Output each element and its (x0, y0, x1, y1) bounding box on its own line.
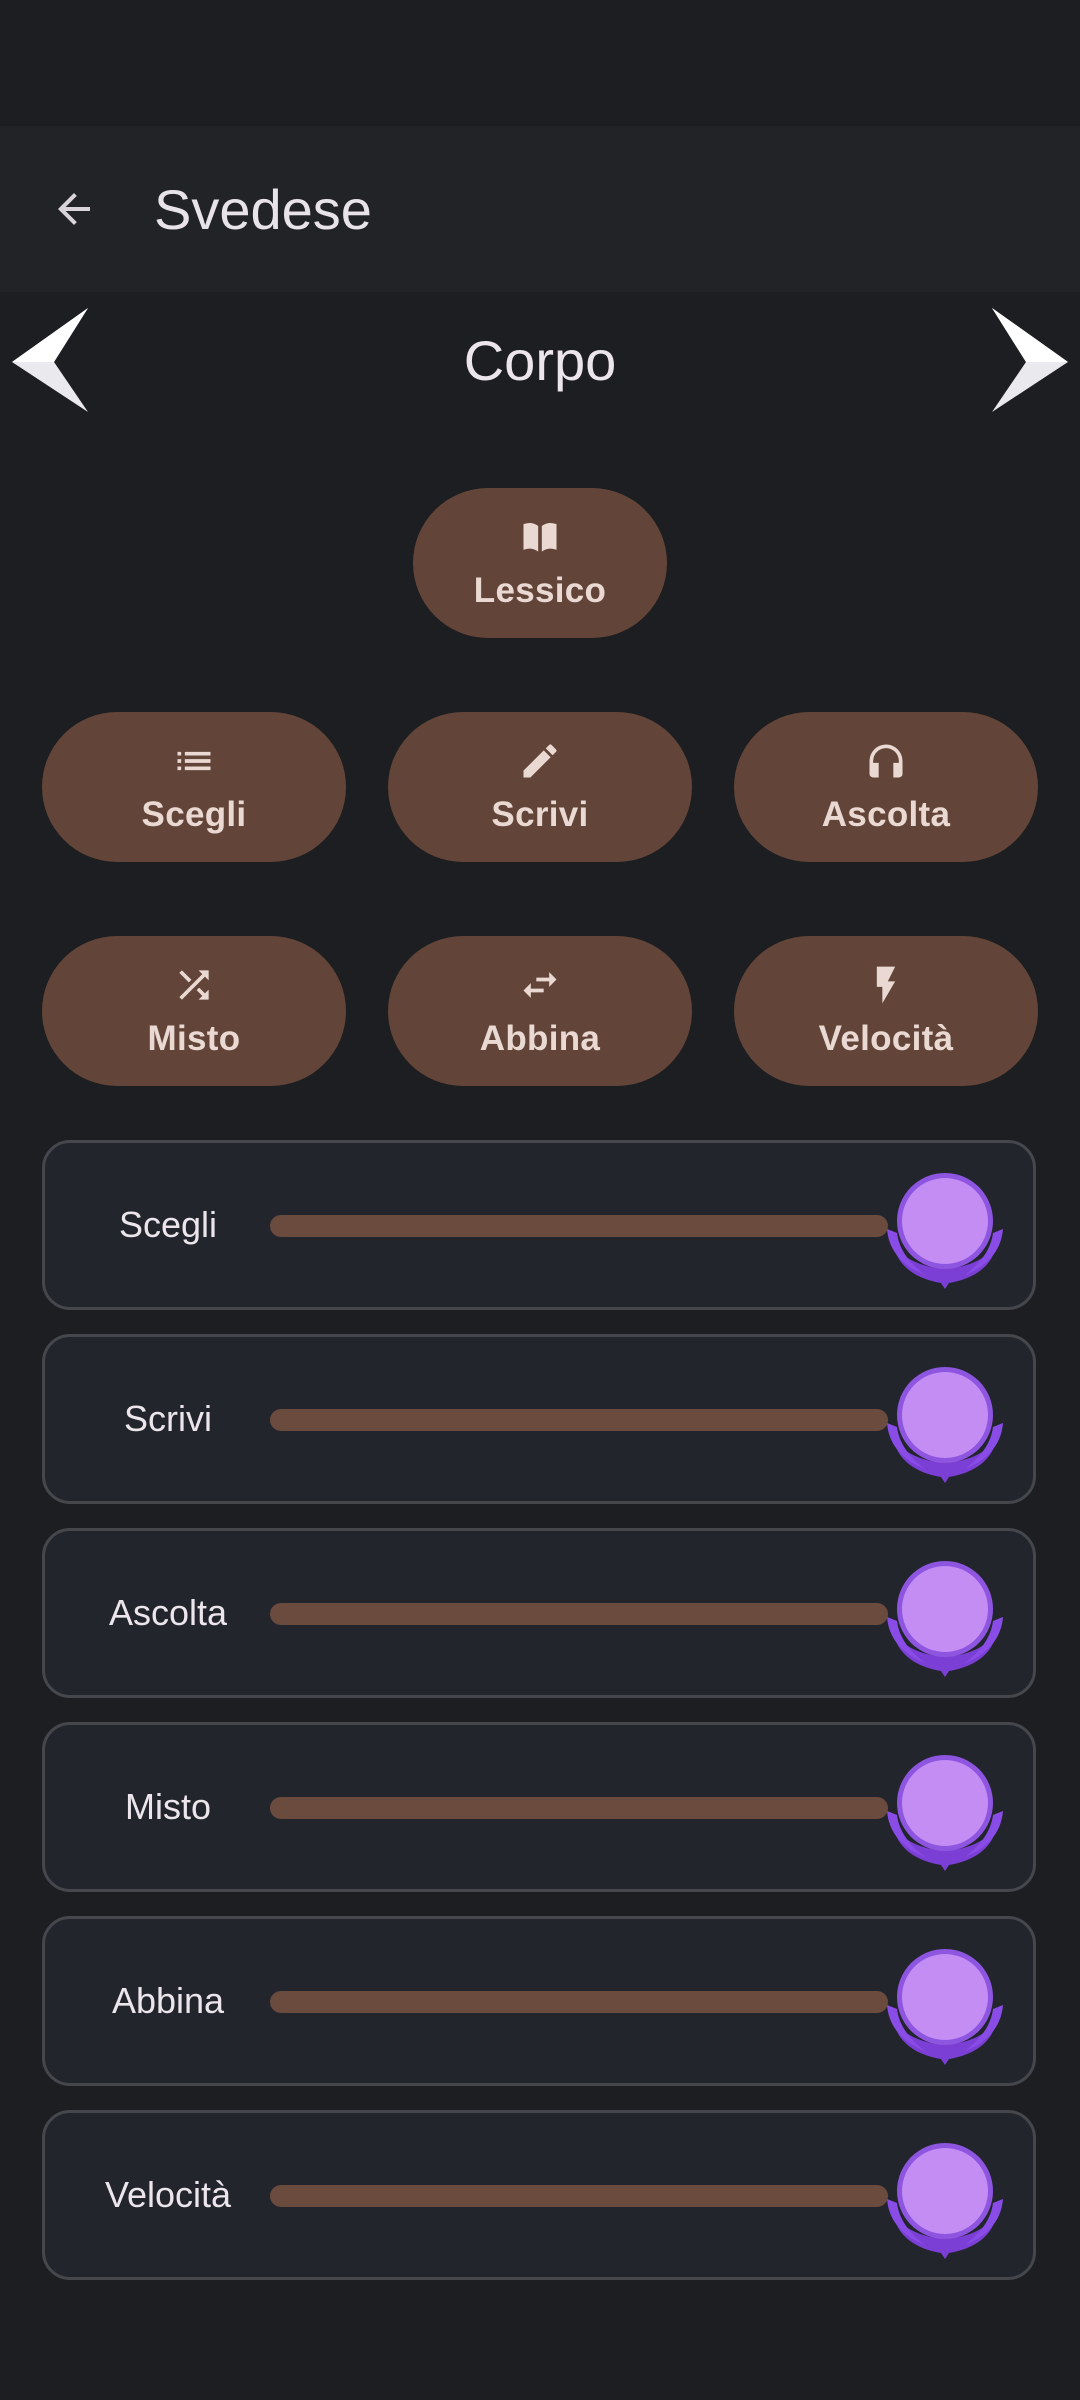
laurel-medal-icon (883, 1947, 1007, 2065)
abbina-button[interactable]: Abbina (388, 936, 692, 1086)
list-icon (172, 739, 216, 783)
progress-card: Scrivi (42, 1334, 1036, 1504)
progress-card: Abbina (42, 1916, 1036, 2086)
status-bar (0, 0, 1080, 126)
progress-bar (270, 1991, 888, 2013)
progress-card: Velocità (42, 2110, 1036, 2280)
progress-bar (270, 1797, 888, 1819)
laurel-medal-icon (883, 1753, 1007, 1871)
laurel-medal-icon (883, 2141, 1007, 2259)
laurel-medal-icon (883, 1365, 1007, 1483)
progress-card: Scegli (42, 1140, 1036, 1310)
topic-title: Corpo (463, 329, 617, 392)
progress-card: Misto (42, 1722, 1036, 1892)
ascolta-button[interactable]: Ascolta (734, 712, 1038, 862)
book-icon (518, 515, 562, 559)
misto-button[interactable]: Misto (42, 936, 346, 1086)
progress-bar (270, 1215, 888, 1237)
bolt-icon (864, 963, 908, 1007)
page-title: Svedese (154, 177, 372, 241)
progress-bar (270, 1603, 888, 1625)
pencil-icon (518, 739, 562, 783)
laurel-medal-icon (883, 1171, 1007, 1289)
back-button[interactable] (42, 177, 106, 241)
progress-label: Ascolta (108, 1592, 228, 1633)
velocita-button[interactable]: Velocità (734, 936, 1038, 1086)
progress-label: Velocità (104, 2174, 232, 2215)
progress-bar-fill (270, 1797, 888, 1819)
lessico-button[interactable]: Lessico (413, 488, 667, 638)
scegli-button[interactable]: Scegli (42, 712, 346, 862)
progress-label: Abbina (111, 1980, 225, 2021)
progress-bar-fill (270, 1603, 888, 1625)
progress-bar (270, 1409, 888, 1431)
progress-bar-fill (270, 1215, 888, 1237)
next-topic-button[interactable] (984, 300, 1074, 424)
chevron-right-icon (992, 308, 1068, 412)
progress-bar (270, 2185, 888, 2207)
headphones-icon (864, 739, 908, 783)
app-bar: Svedese (0, 126, 1080, 292)
progress-card: Ascolta (42, 1528, 1036, 1698)
progress-label: Scrivi (124, 1398, 212, 1439)
arrow-back-icon (58, 193, 90, 225)
swap-icon (518, 963, 562, 1007)
shuffle-icon (172, 963, 216, 1007)
scrivi-button[interactable]: Scrivi (388, 712, 692, 862)
topic-selector: Corpo (0, 300, 1080, 424)
laurel-medal-icon (883, 1559, 1007, 1677)
progress-label: Misto (124, 1786, 211, 1827)
progress-label: Scegli (118, 1204, 218, 1245)
progress-bar-fill (270, 1409, 888, 1431)
progress-bar-fill (270, 1991, 888, 2013)
progress-bar-fill (270, 2185, 888, 2207)
